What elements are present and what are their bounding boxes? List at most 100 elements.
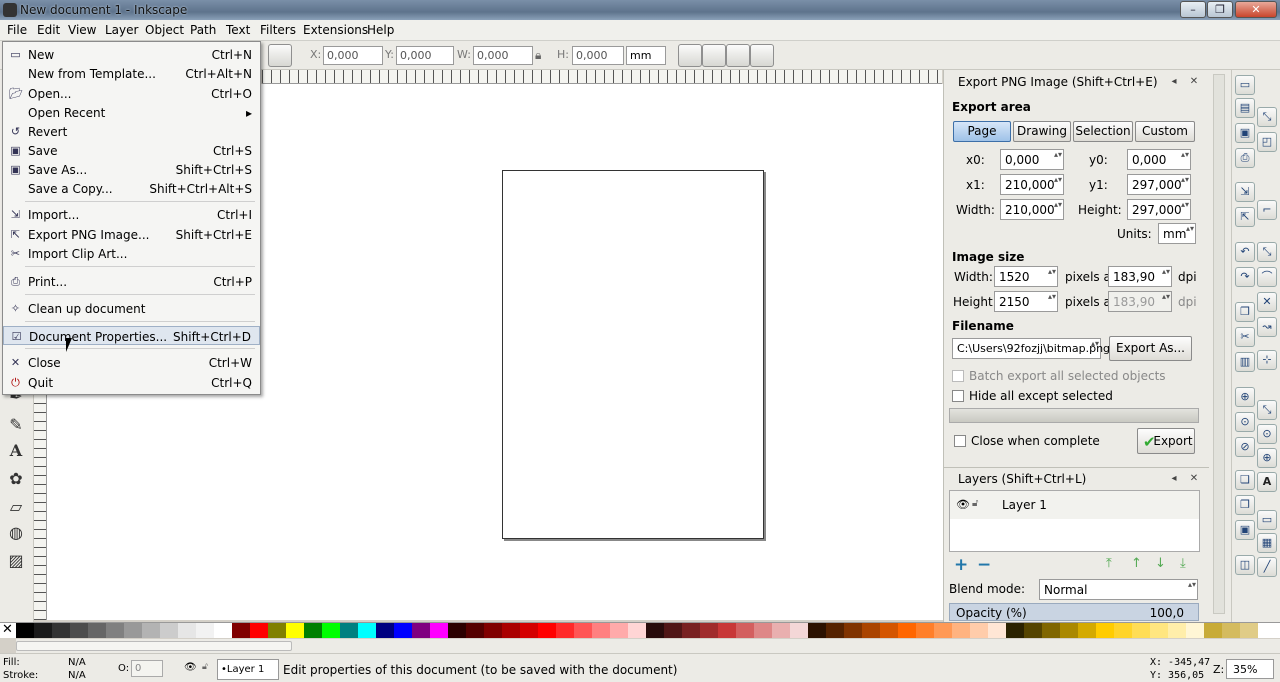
palette-swatch[interactable] xyxy=(790,623,808,638)
menu-item-save[interactable]: ▣ Save Ctrl+S xyxy=(3,141,260,160)
undo-icon[interactable]: ↶ xyxy=(1235,242,1255,262)
raise-to-top-button[interactable] xyxy=(268,44,292,67)
palette-swatch[interactable] xyxy=(952,623,970,638)
palette-swatch[interactable] xyxy=(16,623,34,638)
image-height-input[interactable]: 2150 xyxy=(994,291,1058,312)
menu-help[interactable]: Help xyxy=(367,23,394,37)
area-drawing-button[interactable]: Drawing xyxy=(1013,121,1071,142)
palette-swatch[interactable] xyxy=(646,623,664,638)
menu-file[interactable]: File xyxy=(7,23,27,37)
palette-swatch[interactable] xyxy=(394,623,412,638)
palette-swatch[interactable] xyxy=(988,623,1006,638)
palette-swatch[interactable] xyxy=(1186,623,1204,638)
x0-input[interactable]: 0,000 xyxy=(1000,149,1064,170)
zoom-page-icon[interactable]: ⊘ xyxy=(1235,437,1255,457)
close-window-button[interactable]: ✕ xyxy=(1235,1,1277,18)
menu-item-import-clip-art[interactable]: ✂ Import Clip Art... xyxy=(3,244,260,263)
menu-item-new-from-template[interactable]: New from Template... Ctrl+Alt+N xyxy=(3,64,260,83)
eraser-tool-icon[interactable]: ▱ xyxy=(5,496,27,518)
collapse-panel-icon[interactable]: ◂ xyxy=(1168,76,1180,88)
layer-lock-status-icon[interactable]: 🔓︎ xyxy=(202,662,208,672)
y1-input[interactable]: 297,000 xyxy=(1127,174,1191,195)
w-input[interactable]: 0,000 xyxy=(473,46,533,65)
area-width-input[interactable]: 210,000 xyxy=(1000,199,1064,220)
palette-swatch[interactable] xyxy=(1132,623,1150,638)
ungroup-icon[interactable]: ◫ xyxy=(1235,555,1255,575)
snap-grid-icon[interactable]: ▦ xyxy=(1257,533,1277,553)
menu-item-import[interactable]: ⇲ Import... Ctrl+I xyxy=(3,205,260,224)
menu-path[interactable]: Path xyxy=(190,23,216,37)
palette-swatch[interactable] xyxy=(1222,623,1240,638)
spray-tool-icon[interactable]: ✿ xyxy=(5,468,27,490)
palette-swatch[interactable] xyxy=(898,623,916,638)
import-command-icon[interactable]: ⇲ xyxy=(1235,182,1255,202)
palette-swatch[interactable] xyxy=(826,623,844,638)
palette-swatch[interactable] xyxy=(934,623,952,638)
layer-visibility-icon[interactable]: 👁︎ xyxy=(184,662,197,673)
area-custom-button[interactable]: Custom xyxy=(1135,121,1195,142)
menu-extensions[interactable]: Extensions xyxy=(303,23,368,37)
palette-swatch[interactable] xyxy=(808,623,826,638)
menu-object[interactable]: Object xyxy=(145,23,184,37)
x-input[interactable]: 0,000 xyxy=(323,46,383,65)
palette-swatch[interactable] xyxy=(538,623,556,638)
palette-swatch[interactable] xyxy=(1006,623,1024,638)
collapse-layers-icon[interactable]: ◂ xyxy=(1168,473,1180,485)
menu-item-print[interactable]: ⎙ Print... Ctrl+P xyxy=(3,272,260,291)
palette-swatch[interactable] xyxy=(304,623,322,638)
menu-item-export-png[interactable]: ⇱ Export PNG Image... Shift+Ctrl+E xyxy=(3,225,260,244)
print-command-icon[interactable]: ⎙ xyxy=(1235,148,1255,168)
unit-select[interactable]: mm xyxy=(626,46,666,65)
dock-scroll-track[interactable] xyxy=(1213,74,1225,614)
move-gradients-toggle[interactable] xyxy=(726,44,750,67)
menu-item-save-a-copy[interactable]: Save a Copy... Shift+Ctrl+Alt+S xyxy=(3,179,260,198)
palette-swatch[interactable] xyxy=(196,623,214,638)
export-button[interactable]: ✔ Export xyxy=(1137,428,1195,454)
minimize-button[interactable]: – xyxy=(1180,1,1206,18)
menu-text[interactable]: Text xyxy=(226,23,250,37)
redo-icon[interactable]: ↷ xyxy=(1235,267,1255,287)
no-paint-icon[interactable]: ✕ xyxy=(2,622,13,637)
layer-to-top-icon[interactable]: ⤒ xyxy=(1106,556,1112,571)
area-page-button[interactable]: Page xyxy=(953,121,1011,142)
palette-swatch[interactable] xyxy=(484,623,502,638)
palette-swatch[interactable] xyxy=(772,623,790,638)
group-icon[interactable]: ▣ xyxy=(1235,520,1255,540)
palette-swatch[interactable] xyxy=(682,623,700,638)
palette-swatch[interactable] xyxy=(232,623,250,638)
palette-swatch[interactable] xyxy=(160,623,178,638)
move-patterns-toggle[interactable] xyxy=(750,44,774,67)
opacity-slider[interactable]: Opacity (%) 100,0 xyxy=(949,603,1199,621)
snap-edges-icon[interactable]: ⌐ xyxy=(1257,200,1277,220)
palette-swatch[interactable] xyxy=(448,623,466,638)
palette-swatch[interactable] xyxy=(142,623,160,638)
export-command-icon[interactable]: ⇱ xyxy=(1235,207,1255,227)
menu-item-revert[interactable]: ↺ Revert xyxy=(3,122,260,141)
menu-filters[interactable]: Filters xyxy=(260,23,296,37)
menu-item-document-properties[interactable]: ☑ Document Properties... Shift+Ctrl+D xyxy=(3,326,260,345)
palette-swatch[interactable] xyxy=(592,623,610,638)
current-layer-select[interactable]: •Layer 1 xyxy=(217,659,279,680)
snap-bbox-icon[interactable]: ◰ xyxy=(1257,132,1277,152)
zoom-input[interactable]: 35% xyxy=(1226,659,1274,679)
palette-swatch[interactable] xyxy=(502,623,520,638)
palette-swatch[interactable] xyxy=(574,623,592,638)
zoom-selection-icon[interactable]: ⊕ xyxy=(1235,387,1255,407)
palette-swatch[interactable] xyxy=(520,623,538,638)
palette-swatch[interactable] xyxy=(430,623,448,638)
menu-item-close[interactable]: ✕ Close Ctrl+W xyxy=(3,353,260,372)
palette-swatch[interactable] xyxy=(322,623,340,638)
image-width-input[interactable]: 1520 xyxy=(994,266,1058,287)
palette-swatch[interactable] xyxy=(34,623,52,638)
menu-view[interactable]: View xyxy=(68,23,96,37)
palette-swatch[interactable] xyxy=(358,623,376,638)
remove-layer-icon[interactable]: − xyxy=(977,555,991,575)
gradient-tool-icon[interactable]: ▨ xyxy=(5,550,27,572)
menu-item-save-as[interactable]: ▣ Save As... Shift+Ctrl+S xyxy=(3,160,260,179)
palette-swatch[interactable] xyxy=(916,623,934,638)
scroll-thumb[interactable] xyxy=(16,641,292,651)
snap-text-baseline-icon[interactable]: A xyxy=(1257,472,1277,492)
palette-swatch[interactable] xyxy=(754,623,772,638)
maximize-button[interactable]: ❐ xyxy=(1207,1,1233,18)
palette-swatch[interactable] xyxy=(250,623,268,638)
